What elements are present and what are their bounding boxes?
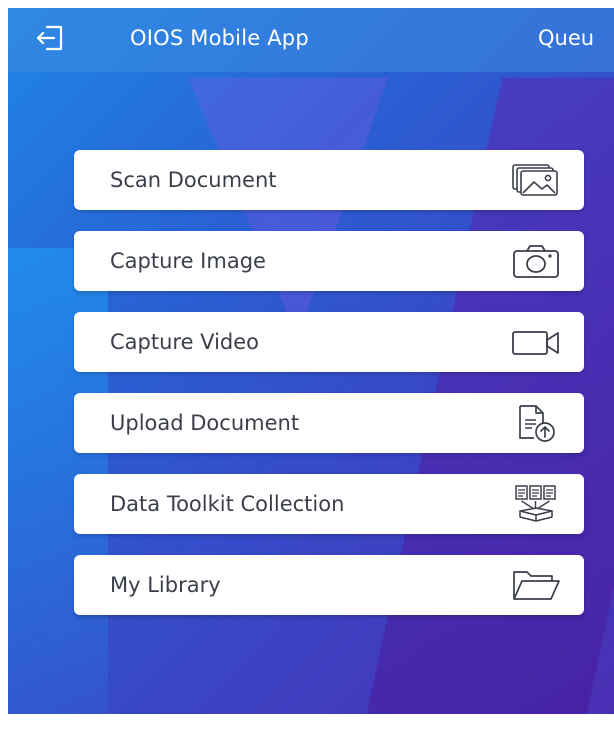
upload-document-icon [510, 403, 562, 443]
menu-item-label: Capture Video [110, 330, 260, 354]
app-header: OIOS Mobile App Queu [8, 8, 614, 72]
menu-item-label: Upload Document [110, 411, 300, 435]
my-library-button[interactable]: My Library [74, 555, 584, 615]
scan-document-button[interactable]: Scan Document [74, 150, 584, 210]
camera-icon [510, 241, 562, 281]
menu-item-label: My Library [110, 573, 221, 597]
upload-document-button[interactable]: Upload Document [74, 393, 584, 453]
menu-item-label: Scan Document [110, 168, 277, 192]
app-title: OIOS Mobile App [130, 26, 309, 50]
queue-link[interactable]: Queu [538, 26, 594, 50]
app-screen: OIOS Mobile App Queu Scan Document Captu… [8, 8, 614, 714]
scan-document-icon [510, 160, 562, 200]
capture-video-button[interactable]: Capture Video [74, 312, 584, 372]
logout-button[interactable] [30, 24, 70, 56]
logout-icon [34, 24, 66, 56]
capture-image-button[interactable]: Capture Image [74, 231, 584, 291]
data-toolkit-collection-button[interactable]: Data Toolkit Collection [74, 474, 584, 534]
main-menu: Scan Document Capture Image Capture Vide… [74, 150, 584, 636]
menu-item-label: Capture Image [110, 249, 266, 273]
data-toolkit-icon [510, 484, 562, 524]
video-camera-icon [510, 322, 562, 362]
folder-icon [510, 565, 562, 605]
menu-item-label: Data Toolkit Collection [110, 492, 345, 516]
